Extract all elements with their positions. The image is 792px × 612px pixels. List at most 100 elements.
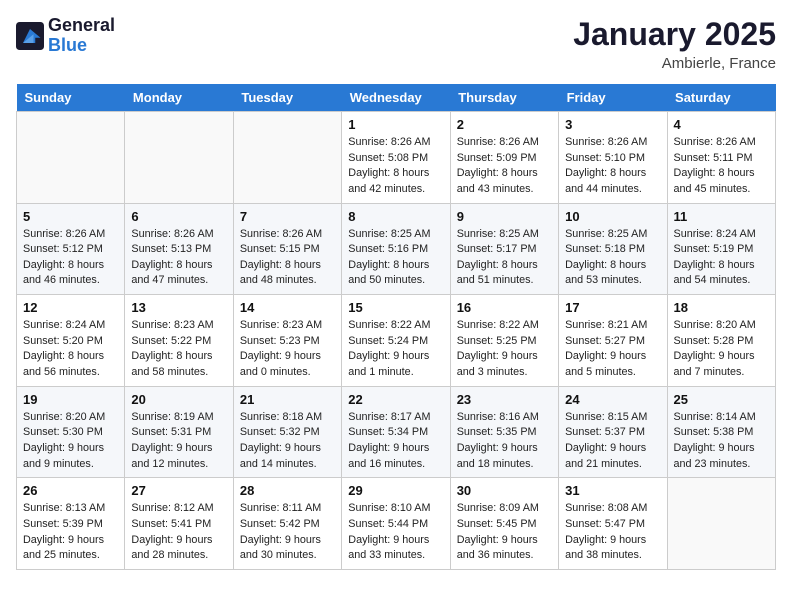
calendar-cell: 31 Sunrise: 8:08 AM Sunset: 5:47 PM Dayli… bbox=[559, 478, 667, 570]
calendar-cell: 8 Sunrise: 8:25 AM Sunset: 5:16 PM Daylig… bbox=[342, 203, 450, 295]
day-number: 1 bbox=[348, 117, 443, 132]
day-info: Sunrise: 8:14 AM Sunset: 5:38 PM Dayligh… bbox=[674, 410, 769, 473]
day-number: 8 bbox=[348, 209, 443, 224]
day-number: 14 bbox=[240, 300, 335, 315]
weekday-header-thursday: Thursday bbox=[450, 84, 558, 112]
calendar-week-1: 1 Sunrise: 8:26 AM Sunset: 5:08 PM Daylig… bbox=[17, 112, 776, 204]
calendar-week-5: 26Sunrise: 8:13 AM Sunset: 5:39 PM Dayli… bbox=[17, 478, 776, 570]
day-info: Sunrise: 8:20 AM Sunset: 5:30 PM Dayligh… bbox=[23, 410, 118, 473]
logo: General Blue bbox=[16, 16, 115, 56]
day-info: Sunrise: 8:23 AM Sunset: 5:22 PM Dayligh… bbox=[131, 318, 226, 381]
day-info: Sunrise: 8:25 AM Sunset: 5:17 PM Dayligh… bbox=[457, 227, 552, 290]
day-number: 13 bbox=[131, 300, 226, 315]
day-info: Sunrise: 8:12 AM Sunset: 5:41 PM Dayligh… bbox=[131, 501, 226, 564]
day-number: 31 bbox=[565, 483, 660, 498]
weekday-header-row: SundayMondayTuesdayWednesdayThursdayFrid… bbox=[17, 84, 776, 112]
day-number: 27 bbox=[131, 483, 226, 498]
calendar-cell bbox=[17, 112, 125, 204]
day-number: 7 bbox=[240, 209, 335, 224]
weekday-header-tuesday: Tuesday bbox=[233, 84, 341, 112]
day-info: Sunrise: 8:11 AM Sunset: 5:42 PM Dayligh… bbox=[240, 501, 335, 564]
calendar-cell: 4Sunrise: 8:26 AM Sunset: 5:11 PM Daylig… bbox=[667, 112, 775, 204]
calendar-cell: 25Sunrise: 8:14 AM Sunset: 5:38 PM Dayli… bbox=[667, 386, 775, 478]
day-info: Sunrise: 8:08 AM Sunset: 5:47 PM Dayligh… bbox=[565, 501, 660, 564]
day-info: Sunrise: 8:25 AM Sunset: 5:16 PM Dayligh… bbox=[348, 227, 443, 290]
location-subtitle: Ambierle, France bbox=[573, 55, 776, 72]
calendar-week-2: 5Sunrise: 8:26 AM Sunset: 5:12 PM Daylig… bbox=[17, 203, 776, 295]
calendar-cell: 16 Sunrise: 8:22 AM Sunset: 5:25 PM Dayli… bbox=[450, 295, 558, 387]
logo-blue: Blue bbox=[48, 36, 115, 56]
day-number: 17 bbox=[565, 300, 660, 315]
day-number: 16 bbox=[457, 300, 552, 315]
calendar-cell: 7 Sunrise: 8:26 AM Sunset: 5:15 PM Daylig… bbox=[233, 203, 341, 295]
day-number: 10 bbox=[565, 209, 660, 224]
month-title: January 2025 bbox=[573, 16, 776, 53]
calendar-cell: 17 Sunrise: 8:21 AM Sunset: 5:27 PM Dayli… bbox=[559, 295, 667, 387]
day-info: Sunrise: 8:22 AM Sunset: 5:24 PM Dayligh… bbox=[348, 318, 443, 381]
day-info: Sunrise: 8:26 AM Sunset: 5:15 PM Dayligh… bbox=[240, 227, 335, 290]
day-info: Sunrise: 8:17 AM Sunset: 5:34 PM Dayligh… bbox=[348, 410, 443, 473]
day-number: 22 bbox=[348, 392, 443, 407]
day-number: 5 bbox=[23, 209, 118, 224]
day-number: 4 bbox=[674, 117, 769, 132]
calendar-cell: 23 Sunrise: 8:16 AM Sunset: 5:35 PM Dayli… bbox=[450, 386, 558, 478]
day-number: 23 bbox=[457, 392, 552, 407]
calendar-table: SundayMondayTuesdayWednesdayThursdayFrid… bbox=[16, 84, 776, 570]
calendar-cell: 19 Sunrise: 8:20 AM Sunset: 5:30 PM Dayli… bbox=[17, 386, 125, 478]
calendar-cell: 3 Sunrise: 8:26 AM Sunset: 5:10 PM Daylig… bbox=[559, 112, 667, 204]
day-info: Sunrise: 8:24 AM Sunset: 5:20 PM Dayligh… bbox=[23, 318, 118, 381]
day-number: 11 bbox=[674, 209, 769, 224]
calendar-cell: 10Sunrise: 8:25 AM Sunset: 5:18 PM Dayli… bbox=[559, 203, 667, 295]
calendar-cell: 2 Sunrise: 8:26 AM Sunset: 5:09 PM Daylig… bbox=[450, 112, 558, 204]
calendar-cell: 26Sunrise: 8:13 AM Sunset: 5:39 PM Dayli… bbox=[17, 478, 125, 570]
day-info: Sunrise: 8:23 AM Sunset: 5:23 PM Dayligh… bbox=[240, 318, 335, 381]
day-number: 24 bbox=[565, 392, 660, 407]
day-number: 18 bbox=[674, 300, 769, 315]
day-info: Sunrise: 8:18 AM Sunset: 5:32 PM Dayligh… bbox=[240, 410, 335, 473]
calendar-cell: 6Sunrise: 8:26 AM Sunset: 5:13 PM Daylig… bbox=[125, 203, 233, 295]
day-info: Sunrise: 8:19 AM Sunset: 5:31 PM Dayligh… bbox=[131, 410, 226, 473]
calendar-cell: 5Sunrise: 8:26 AM Sunset: 5:12 PM Daylig… bbox=[17, 203, 125, 295]
calendar-cell: 12 Sunrise: 8:24 AM Sunset: 5:20 PM Dayli… bbox=[17, 295, 125, 387]
calendar-cell: 24 Sunrise: 8:15 AM Sunset: 5:37 PM Dayli… bbox=[559, 386, 667, 478]
day-number: 9 bbox=[457, 209, 552, 224]
calendar-cell: 22 Sunrise: 8:17 AM Sunset: 5:34 PM Dayli… bbox=[342, 386, 450, 478]
calendar-cell: 14 Sunrise: 8:23 AM Sunset: 5:23 PM Dayli… bbox=[233, 295, 341, 387]
day-number: 2 bbox=[457, 117, 552, 132]
day-info: Sunrise: 8:21 AM Sunset: 5:27 PM Dayligh… bbox=[565, 318, 660, 381]
weekday-header-sunday: Sunday bbox=[17, 84, 125, 112]
logo-general: General bbox=[48, 16, 115, 36]
weekday-header-wednesday: Wednesday bbox=[342, 84, 450, 112]
calendar-cell bbox=[125, 112, 233, 204]
calendar-cell: 13 Sunrise: 8:23 AM Sunset: 5:22 PM Dayli… bbox=[125, 295, 233, 387]
page-header: General Blue January 2025 Ambierle, Fran… bbox=[16, 16, 776, 72]
calendar-cell: 18Sunrise: 8:20 AM Sunset: 5:28 PM Dayli… bbox=[667, 295, 775, 387]
day-info: Sunrise: 8:22 AM Sunset: 5:25 PM Dayligh… bbox=[457, 318, 552, 381]
day-number: 21 bbox=[240, 392, 335, 407]
calendar-cell: 20 Sunrise: 8:19 AM Sunset: 5:31 PM Dayli… bbox=[125, 386, 233, 478]
day-number: 29 bbox=[348, 483, 443, 498]
day-number: 26 bbox=[23, 483, 118, 498]
day-info: Sunrise: 8:26 AM Sunset: 5:09 PM Dayligh… bbox=[457, 135, 552, 198]
calendar-cell: 9 Sunrise: 8:25 AM Sunset: 5:17 PM Daylig… bbox=[450, 203, 558, 295]
day-number: 28 bbox=[240, 483, 335, 498]
calendar-cell: 1 Sunrise: 8:26 AM Sunset: 5:08 PM Daylig… bbox=[342, 112, 450, 204]
day-info: Sunrise: 8:16 AM Sunset: 5:35 PM Dayligh… bbox=[457, 410, 552, 473]
day-info: Sunrise: 8:26 AM Sunset: 5:10 PM Dayligh… bbox=[565, 135, 660, 198]
weekday-header-monday: Monday bbox=[125, 84, 233, 112]
weekday-header-saturday: Saturday bbox=[667, 84, 775, 112]
day-number: 30 bbox=[457, 483, 552, 498]
calendar-cell: 29Sunrise: 8:10 AM Sunset: 5:44 PM Dayli… bbox=[342, 478, 450, 570]
day-number: 6 bbox=[131, 209, 226, 224]
day-info: Sunrise: 8:15 AM Sunset: 5:37 PM Dayligh… bbox=[565, 410, 660, 473]
day-number: 3 bbox=[565, 117, 660, 132]
calendar-cell: 28 Sunrise: 8:11 AM Sunset: 5:42 PM Dayli… bbox=[233, 478, 341, 570]
day-number: 12 bbox=[23, 300, 118, 315]
day-info: Sunrise: 8:09 AM Sunset: 5:45 PM Dayligh… bbox=[457, 501, 552, 564]
title-block: January 2025 Ambierle, France bbox=[573, 16, 776, 72]
day-number: 20 bbox=[131, 392, 226, 407]
day-info: Sunrise: 8:26 AM Sunset: 5:08 PM Dayligh… bbox=[348, 135, 443, 198]
day-number: 19 bbox=[23, 392, 118, 407]
calendar-cell bbox=[667, 478, 775, 570]
calendar-cell: 30 Sunrise: 8:09 AM Sunset: 5:45 PM Dayli… bbox=[450, 478, 558, 570]
